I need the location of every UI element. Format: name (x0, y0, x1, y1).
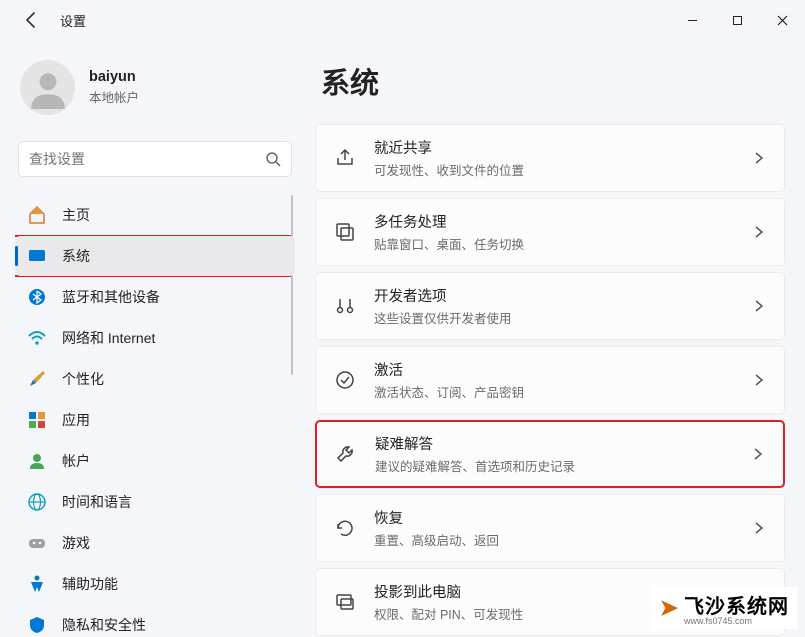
nav-item-bluetooth[interactable]: 蓝牙和其他设备 (15, 277, 295, 317)
panel-developer[interactable]: 开发者选项这些设置仅供开发者使用 (315, 272, 785, 340)
tools-icon (334, 295, 356, 317)
panel-multitasking[interactable]: 多任务处理贴靠窗口、桌面、任务切换 (315, 198, 785, 266)
close-button[interactable] (760, 5, 805, 35)
minimize-icon (687, 15, 698, 26)
panel-sub: 可发现性、收到文件的位置 (374, 160, 752, 179)
panel-activation[interactable]: 激活激活状态、订阅、产品密钥 (315, 346, 785, 414)
project-icon (334, 591, 356, 613)
chevron-right-icon (751, 447, 765, 461)
nav-item-network[interactable]: 网络和 Internet (15, 318, 295, 358)
nav-item-personalization[interactable]: 个性化 (15, 359, 295, 399)
page-title: 系统 (315, 60, 785, 102)
shield-icon (27, 615, 47, 635)
check-circle-icon (334, 369, 356, 391)
nav-item-time-language[interactable]: 时间和语言 (15, 482, 295, 522)
panel-sub: 激活状态、订阅、产品密钥 (374, 382, 752, 401)
chevron-right-icon (752, 521, 766, 535)
panel-sub: 这些设置仅供开发者使用 (374, 308, 752, 327)
maximize-icon (732, 15, 743, 26)
nav-label: 辅助功能 (62, 574, 118, 594)
nav-label: 时间和语言 (62, 492, 132, 512)
nav-label: 网络和 Internet (62, 328, 155, 348)
back-button[interactable] (22, 10, 42, 30)
panel-sub: 重置、高级启动、返回 (374, 530, 752, 549)
close-icon (777, 15, 788, 26)
system-icon (27, 246, 47, 266)
nav-item-gaming[interactable]: 游戏 (15, 523, 295, 563)
panel-sub: 贴靠窗口、桌面、任务切换 (374, 234, 752, 253)
nav-list: 主页 系统 蓝牙和其他设备 网络和 Internet 个性化 应用 (15, 195, 295, 637)
wrench-icon (335, 443, 357, 465)
nav-item-accounts[interactable]: 帐户 (15, 441, 295, 481)
nav-label: 系统 (62, 246, 90, 266)
chevron-right-icon (752, 299, 766, 313)
user-type: 本地帐户 (89, 87, 139, 106)
nav-item-apps[interactable]: 应用 (15, 400, 295, 440)
apps-icon (27, 410, 47, 430)
arrow-left-icon (22, 10, 42, 30)
panel-title: 激活 (374, 359, 752, 380)
settings-list: 就近共享可发现性、收到文件的位置 多任务处理贴靠窗口、桌面、任务切换 开发者选项… (315, 124, 785, 636)
bluetooth-icon (27, 287, 47, 307)
search-icon (265, 151, 281, 167)
chevron-right-icon (752, 151, 766, 165)
nav-label: 隐私和安全性 (62, 615, 146, 635)
nav-label: 主页 (62, 205, 90, 225)
window-title: 设置 (60, 11, 86, 30)
window-controls (670, 5, 805, 35)
panel-title: 恢复 (374, 507, 752, 528)
nav-item-privacy[interactable]: 隐私和安全性 (15, 605, 295, 637)
watermark: ➤ 飞沙系统网 www.fs0745.com (652, 587, 797, 629)
minimize-button[interactable] (670, 5, 715, 35)
chevron-right-icon (752, 373, 766, 387)
gamepad-icon (27, 533, 47, 553)
avatar (20, 60, 75, 115)
maximize-button[interactable] (715, 5, 760, 35)
wifi-icon (27, 328, 47, 348)
accessibility-icon (27, 574, 47, 594)
chevron-right-icon (752, 225, 766, 239)
brush-icon (27, 369, 47, 389)
share-icon (334, 147, 356, 169)
nav-item-system[interactable]: 系统 (15, 236, 295, 276)
sidebar: baiyun 本地帐户 主页 系统 蓝牙和其他设备 (0, 40, 305, 637)
scrollbar-thumb[interactable] (291, 195, 293, 375)
panel-nearby-sharing[interactable]: 就近共享可发现性、收到文件的位置 (315, 124, 785, 192)
nav-item-home[interactable]: 主页 (15, 195, 295, 235)
user-name: baiyun (89, 69, 139, 85)
panel-troubleshoot[interactable]: 疑难解答建议的疑难解答、首选项和历史记录 (315, 420, 785, 488)
nav-label: 蓝牙和其他设备 (62, 287, 160, 307)
titlebar: 设置 (0, 0, 805, 40)
nav-label: 游戏 (62, 533, 90, 553)
account-icon (27, 451, 47, 471)
main-content: 系统 就近共享可发现性、收到文件的位置 多任务处理贴靠窗口、桌面、任务切换 开发… (305, 40, 805, 637)
nav-label: 帐户 (62, 451, 90, 471)
panel-title: 疑难解答 (375, 433, 751, 454)
search-box[interactable] (18, 141, 292, 177)
panel-recovery[interactable]: 恢复重置、高级启动、返回 (315, 494, 785, 562)
search-input[interactable] (29, 151, 265, 167)
panel-sub: 建议的疑难解答、首选项和历史记录 (375, 456, 751, 475)
nav-label: 个性化 (62, 369, 104, 389)
arrow-icon: ➤ (660, 595, 678, 621)
user-block[interactable]: baiyun 本地帐户 (15, 50, 295, 135)
person-icon (27, 67, 69, 109)
panel-title: 就近共享 (374, 137, 752, 158)
nav-item-accessibility[interactable]: 辅助功能 (15, 564, 295, 604)
panel-title: 多任务处理 (374, 211, 752, 232)
nav-label: 应用 (62, 410, 90, 430)
globe-icon (27, 492, 47, 512)
recovery-icon (334, 517, 356, 539)
panel-title: 开发者选项 (374, 285, 752, 306)
watermark-text: 飞沙系统网 (684, 596, 789, 618)
multitask-icon (334, 221, 356, 243)
home-icon (27, 205, 47, 225)
